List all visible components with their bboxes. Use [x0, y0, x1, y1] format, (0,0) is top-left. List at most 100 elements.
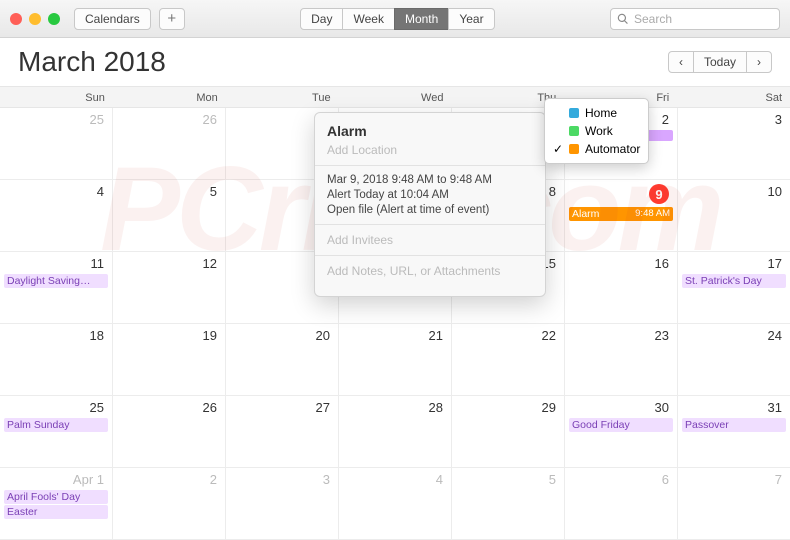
day-number: 4: [343, 470, 447, 489]
day-cell[interactable]: 9Alarm9:48 AM: [565, 180, 678, 251]
view-segmented: DayWeekMonthYear: [300, 8, 494, 30]
day-cell[interactable]: 19: [113, 324, 226, 395]
week-row: Apr 1April Fools' DayEaster234567: [0, 468, 790, 540]
day-cell[interactable]: 11Daylight Saving…: [0, 252, 113, 323]
event[interactable]: St. Patrick's Day: [682, 274, 786, 288]
day-cell[interactable]: 29: [452, 396, 565, 467]
day-cell[interactable]: 24: [678, 324, 790, 395]
day-cell[interactable]: 5: [452, 468, 565, 539]
event[interactable]: Passover: [682, 418, 786, 432]
calendar-list-popover: Home Work ✓ Automator: [544, 98, 649, 164]
calendar-option[interactable]: Work: [553, 122, 640, 140]
day-cell[interactable]: 2: [113, 468, 226, 539]
day-number: 11: [4, 254, 108, 273]
day-cell[interactable]: 27: [226, 396, 339, 467]
close-icon[interactable]: [10, 13, 22, 25]
day-cell[interactable]: 26: [113, 108, 226, 179]
day-cell[interactable]: 22: [452, 324, 565, 395]
day-cell[interactable]: 3: [678, 108, 790, 179]
day-cell[interactable]: 26: [113, 396, 226, 467]
day-cell[interactable]: 17St. Patrick's Day: [678, 252, 790, 323]
check-icon: ✓: [553, 142, 563, 156]
day-cell[interactable]: 10: [678, 180, 790, 251]
day-cell[interactable]: 7: [678, 468, 790, 539]
event[interactable]: Easter: [4, 505, 108, 519]
calendar-option[interactable]: Home: [553, 104, 640, 122]
weekday-label: Mon: [113, 87, 226, 107]
search-icon: [617, 13, 629, 25]
minimize-icon[interactable]: [29, 13, 41, 25]
invitees-field[interactable]: Add Invitees: [327, 233, 533, 247]
day-cell[interactable]: 12: [113, 252, 226, 323]
day-cell[interactable]: 18: [0, 324, 113, 395]
day-cell[interactable]: 20: [226, 324, 339, 395]
prev-button[interactable]: ‹: [668, 51, 694, 73]
event-datetime[interactable]: Mar 9, 2018 9:48 AM to 9:48 AM: [327, 174, 533, 186]
view-day[interactable]: Day: [300, 8, 343, 30]
weekday-label: Sat: [677, 87, 790, 107]
day-cell[interactable]: 4: [339, 468, 452, 539]
day-cell[interactable]: 25Palm Sunday: [0, 396, 113, 467]
day-cell[interactable]: 23: [565, 324, 678, 395]
day-cell[interactable]: 4: [0, 180, 113, 251]
event-title[interactable]: Alarm: [327, 123, 533, 139]
week-row: 25Palm Sunday262728 29 30Good Friday31Pass…: [0, 396, 790, 468]
day-cell[interactable]: 16: [565, 252, 678, 323]
today-button[interactable]: Today: [693, 51, 747, 73]
day-number: 21: [343, 326, 447, 345]
day-number: 16: [569, 254, 673, 273]
calendars-button[interactable]: Calendars: [74, 8, 151, 30]
page-title: March 2018: [18, 46, 166, 78]
event[interactable]: Good Friday: [569, 418, 673, 432]
day-number: 10: [682, 182, 786, 201]
event-alert[interactable]: Alert Today at 10:04 AM: [327, 189, 533, 201]
event-openfile[interactable]: Open file (Alert at time of event): [327, 204, 533, 216]
day-number: Apr 1: [4, 470, 108, 489]
weekday-header: SunMonTueWedThuFriSat: [0, 86, 790, 108]
calendar-option[interactable]: ✓ Automator: [553, 140, 640, 158]
next-button[interactable]: ›: [746, 51, 772, 73]
day-cell[interactable]: 25: [0, 108, 113, 179]
month-nav: ‹ Today ›: [668, 51, 772, 73]
event[interactable]: Daylight Saving…: [4, 274, 108, 288]
day-cell[interactable]: Apr 1April Fools' DayEaster: [0, 468, 113, 539]
weekday-label: Tue: [226, 87, 339, 107]
day-cell[interactable]: 31Passover: [678, 396, 790, 467]
day-cell[interactable]: 28: [339, 396, 452, 467]
zoom-icon[interactable]: [48, 13, 60, 25]
color-swatch: [569, 144, 579, 154]
weekday-label: Wed: [339, 87, 452, 107]
day-number: 2: [117, 470, 221, 489]
day-number: 12: [117, 254, 221, 273]
day-number: 23: [569, 326, 673, 345]
titlebar: Calendars + DayWeekMonthYear Search: [0, 0, 790, 38]
day-number: 29: [456, 398, 560, 417]
day-cell[interactable]: 30Good Friday: [565, 396, 678, 467]
alarm-event[interactable]: Alarm9:48 AM: [569, 207, 673, 221]
view-month[interactable]: Month: [394, 8, 449, 30]
view-week[interactable]: Week: [342, 8, 394, 30]
event[interactable]: April Fools' Day: [4, 490, 108, 504]
day-cell[interactable]: 6: [565, 468, 678, 539]
location-field[interactable]: Add Location: [327, 143, 533, 157]
day-number: 5: [456, 470, 560, 489]
day-number: 4: [4, 182, 108, 201]
day-number: 5: [117, 182, 221, 201]
color-swatch: [569, 126, 579, 136]
calendar-label: Automator: [585, 142, 640, 156]
day-number: 6: [569, 470, 673, 489]
day-number: 19: [117, 326, 221, 345]
day-cell[interactable]: 3: [226, 468, 339, 539]
header: March 2018 ‹ Today ›: [0, 38, 790, 86]
event[interactable]: Palm Sunday: [4, 418, 108, 432]
day-cell[interactable]: 5: [113, 180, 226, 251]
view-year[interactable]: Year: [448, 8, 494, 30]
search-input[interactable]: Search: [610, 8, 780, 30]
day-cell[interactable]: 21: [339, 324, 452, 395]
day-number: 28: [343, 398, 447, 417]
day-number: 18: [4, 326, 108, 345]
day-number: 20: [230, 326, 334, 345]
notes-field[interactable]: Add Notes, URL, or Attachments: [327, 264, 533, 278]
add-button[interactable]: +: [159, 8, 185, 30]
calendar-label: Home: [585, 106, 617, 120]
